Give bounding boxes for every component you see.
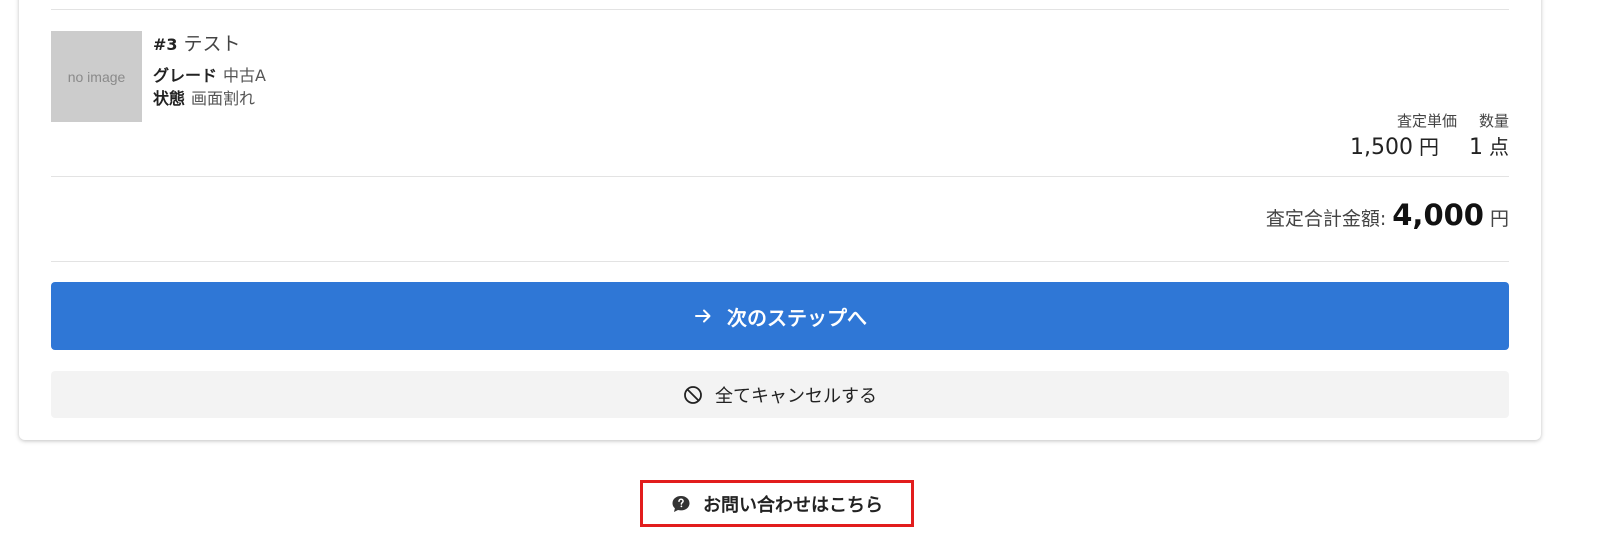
total-amount: 査定合計金額: 4,000 円 [1266, 198, 1509, 232]
divider-bottom [51, 261, 1509, 262]
quantity-unit: 点 [1489, 135, 1509, 159]
next-step-label: 次のステップへ [727, 305, 867, 330]
next-step-button[interactable]: 次のステップへ [51, 282, 1509, 350]
quantity-value: 1 [1469, 135, 1483, 160]
item-number: #3 [153, 35, 178, 54]
item-title: #3 テスト [153, 29, 241, 56]
item-condition: 状態 画面割れ [153, 85, 255, 109]
item-thumbnail: no image [51, 31, 142, 122]
unit-price-label: 査定単価 [1396, 112, 1457, 130]
cancel-all-button[interactable]: 全てキャンセルする [51, 371, 1509, 418]
divider-top [51, 9, 1509, 10]
total-unit: 円 [1489, 208, 1509, 230]
total-label: 査定合計金額: [1265, 208, 1387, 230]
price-block: 査定単価 数量 1,500 円 1 点 [1350, 110, 1509, 160]
question-chat-icon [672, 495, 690, 512]
ban-icon [684, 385, 702, 404]
thumbnail-placeholder-text: no image [67, 68, 126, 85]
contact-button[interactable]: お問い合わせはこちら [640, 480, 914, 527]
price-labels: 査定単価 数量 [1350, 110, 1509, 131]
item-name: テスト [183, 33, 241, 55]
contact-label: お問い合わせはこちら [703, 494, 883, 516]
divider-middle [51, 176, 1509, 177]
item-grade: グレード 中古A [153, 62, 266, 86]
quantity-label: 数量 [1478, 112, 1509, 130]
cancel-all-label: 全てキャンセルする [715, 385, 877, 407]
unit-price-unit: 円 [1419, 135, 1439, 159]
condition-value: 画面割れ [191, 89, 256, 108]
total-value: 4,000 [1392, 198, 1484, 232]
arrow-right-icon [693, 306, 713, 326]
condition-label: 状態 [153, 89, 186, 108]
price-values: 1,500 円 1 点 [1350, 131, 1509, 160]
unit-price-value: 1,500 [1350, 135, 1413, 160]
grade-label: グレード [153, 66, 218, 85]
grade-value: 中古A [223, 66, 266, 85]
